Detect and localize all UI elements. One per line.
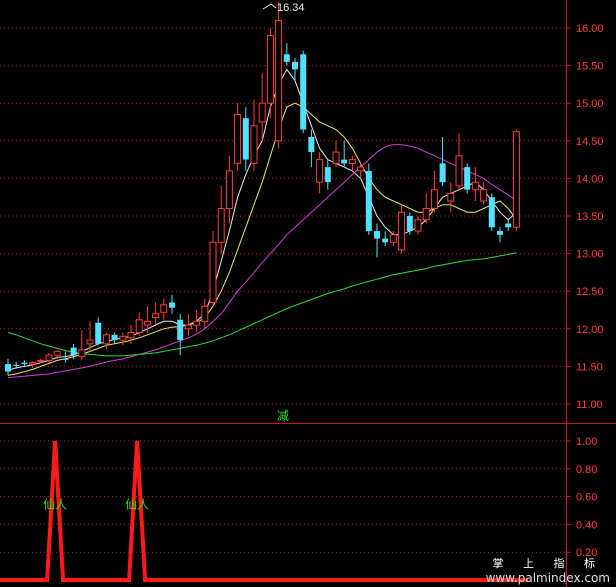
candle-body-up — [316, 159, 324, 183]
indicator-tick-label: 1.00 — [576, 436, 597, 448]
candle-body-up — [143, 320, 151, 326]
candle-body-down — [283, 54, 290, 62]
candle — [464, 163, 471, 194]
candle-body-up — [102, 334, 110, 345]
candle-body-up — [29, 362, 37, 365]
immortal-signal-label: 仙人 — [43, 498, 67, 512]
immortal-signal-label: 仙人 — [125, 498, 149, 512]
price-tick-label: 11.50 — [576, 361, 603, 373]
price-tick-label: 14.00 — [576, 173, 604, 185]
candle-body-up — [225, 170, 233, 209]
candle-body-down — [324, 167, 331, 183]
candle-body-down — [70, 347, 77, 356]
candle — [488, 193, 495, 232]
stock-chart: 16.00 15.50 15.00 14.50 14.00 13.50 13.00 12.50… — [0, 0, 616, 587]
candle-body-up — [414, 219, 422, 232]
candle-body-up — [53, 350, 61, 356]
indicator-tick-label: 0.60 — [576, 492, 597, 504]
candle-body-up — [471, 181, 479, 191]
candle-body-up — [430, 189, 438, 209]
candle-body-up — [266, 35, 274, 104]
indicator-tick-label: 0.40 — [576, 519, 597, 531]
candle-body-down — [95, 322, 102, 344]
peak-price-label: 16.34 — [277, 2, 305, 14]
candle-body-up — [398, 211, 406, 251]
candle-body-down — [382, 238, 389, 243]
candle-body-down — [5, 364, 11, 372]
candle-body-up — [193, 320, 201, 326]
candle-body-up — [357, 166, 365, 172]
price-tick-label: 12.50 — [576, 286, 604, 298]
candle-body-down — [300, 54, 307, 130]
watermark: 掌 上 指 标 www.palmindex.com — [486, 555, 610, 585]
candle-body-down — [169, 302, 175, 308]
candle-body-down — [242, 118, 249, 160]
candle-body-down — [177, 319, 184, 341]
candle-body-up — [160, 304, 168, 313]
candle — [209, 231, 217, 307]
candle-body-up — [86, 339, 94, 345]
candle-body-up — [389, 234, 397, 243]
price-tick-label: 13.50 — [576, 211, 604, 223]
candle-body-up — [45, 354, 53, 361]
candle-body-down — [13, 364, 20, 366]
candle-body-up — [275, 19, 283, 142]
candle-body-down — [308, 137, 315, 153]
candle-body-up — [455, 155, 463, 187]
candle-body-down — [365, 170, 372, 232]
candle-body-down — [21, 362, 28, 365]
candle-body-down — [292, 61, 298, 70]
candle-body-up — [447, 192, 455, 202]
candle-body-down — [341, 159, 348, 164]
reduce-signal-label: 减 — [277, 409, 289, 423]
chart-background — [0, 0, 616, 587]
candle-body-down — [62, 358, 69, 360]
candle-body-up — [348, 159, 356, 164]
candle-body-up — [78, 349, 86, 358]
candle-body-up — [512, 131, 520, 228]
candle-body-up — [184, 324, 192, 330]
candle-body-up — [37, 359, 45, 362]
candle-body-up — [422, 207, 430, 221]
price-tick-label: 16.00 — [576, 23, 604, 35]
price-tick-label: 15.50 — [576, 61, 604, 73]
candle-body-down — [374, 231, 380, 239]
indicator-tick-label: 0.80 — [576, 464, 597, 476]
candle-body-up — [332, 151, 340, 164]
price-tick-label: 13.00 — [576, 249, 604, 261]
candle — [365, 163, 372, 235]
candle-body-down — [488, 197, 495, 228]
price-tick-label: 11.00 — [576, 399, 603, 411]
candle-body-down — [406, 216, 413, 232]
candle-body-up — [127, 332, 135, 339]
candle — [300, 50, 307, 134]
candle — [398, 204, 406, 254]
candle-body-down — [439, 163, 446, 183]
candle-body-up — [201, 305, 209, 322]
candle-body-up — [209, 241, 217, 303]
price-tick-label: 15.00 — [576, 98, 604, 110]
watermark-url: www.palmindex.com — [485, 571, 610, 585]
candle-body-up — [480, 189, 488, 202]
candle-body-up — [250, 125, 258, 164]
candle-body-up — [135, 319, 143, 334]
candle-body-up — [152, 313, 160, 319]
candle-body-up — [258, 102, 266, 123]
candle-body-down — [497, 231, 503, 235]
candle-body-up — [234, 113, 242, 164]
candle-body-down — [111, 334, 118, 341]
candle — [512, 129, 520, 232]
price-tick-label: 12.00 — [576, 324, 604, 336]
watermark-brand: 掌 上 指 标 — [492, 557, 604, 570]
candle-body-down — [464, 167, 471, 190]
candle — [275, 2, 283, 149]
candle-body-up — [119, 335, 127, 341]
price-tick-label: 14.50 — [576, 136, 604, 148]
candle-body-up — [217, 207, 225, 243]
candle-body-down — [505, 223, 512, 228]
